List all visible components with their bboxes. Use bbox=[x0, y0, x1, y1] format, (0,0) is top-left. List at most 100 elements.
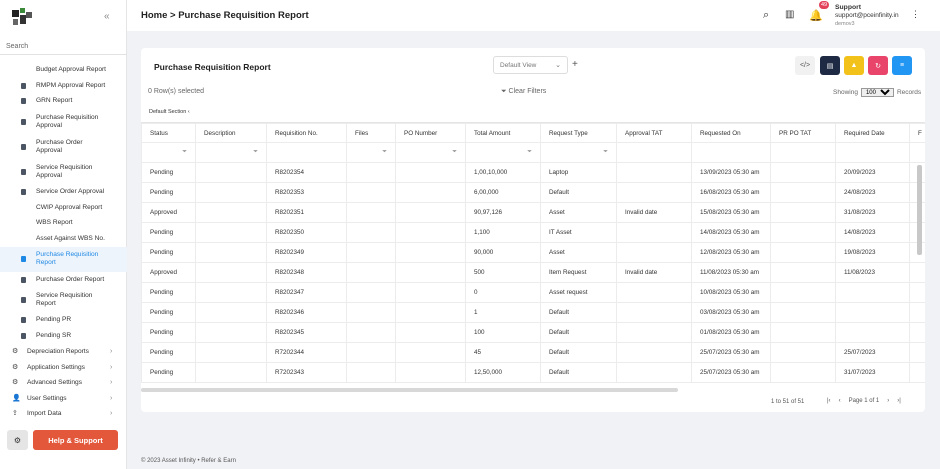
sidebar-item[interactable]: Asset Against WBS No. bbox=[0, 231, 127, 247]
table-row[interactable]: Pending R7202343 12,50,000 Default 25/07/202… bbox=[141, 362, 925, 383]
filter-icon[interactable]: ⏷ bbox=[603, 149, 608, 156]
last-page-icon[interactable]: ›| bbox=[897, 398, 901, 404]
footer-copyright[interactable]: © 2023 Asset Infinity • Refer & Earn bbox=[141, 458, 236, 464]
page-size-select[interactable]: 100 bbox=[860, 88, 894, 97]
filter-icon[interactable]: ⏷ bbox=[527, 149, 532, 156]
filter-icon[interactable]: ⏷ bbox=[253, 149, 258, 156]
section-name: Default Section bbox=[149, 109, 187, 115]
next-page-icon[interactable]: › bbox=[887, 398, 889, 404]
sidebar-item[interactable]: Budget Approval Report bbox=[0, 62, 127, 78]
table-row[interactable]: Pending R8202349 90,000 Asset 12/08/2023 05:… bbox=[141, 242, 925, 263]
sidebar-item-label: Purchase Requisition Report bbox=[36, 251, 99, 267]
sidebar-group-label: Depreciation Reports bbox=[27, 348, 89, 356]
table-cell bbox=[616, 322, 692, 343]
sidebar-item[interactable]: Service Requisition Approval bbox=[0, 159, 127, 184]
table-row[interactable]: Pending R7202344 45 Default 25/07/2023 05:30… bbox=[141, 342, 925, 363]
column-header[interactable]: PR PO TAT bbox=[770, 123, 836, 143]
column-header[interactable]: Status bbox=[141, 123, 196, 143]
table-cell bbox=[395, 222, 466, 243]
table-cell: 1,00,10,000 bbox=[465, 162, 541, 183]
column-header[interactable]: Approval TAT bbox=[616, 123, 692, 143]
horizontal-scrollbar[interactable] bbox=[141, 388, 678, 392]
sidebar-group[interactable]: ⇪ Import Data › bbox=[0, 406, 127, 422]
filter-icon[interactable]: ⏷ bbox=[382, 149, 387, 156]
column-filter[interactable] bbox=[266, 142, 347, 163]
table-row[interactable]: Pending R8202353 6,00,000 Default 16/08/2023… bbox=[141, 182, 925, 203]
table-cell: R8202351 bbox=[266, 202, 347, 223]
sidebar-item[interactable]: RMPM Approval Report bbox=[0, 78, 127, 94]
table-row[interactable]: Pending R8202354 1,00,10,000 Laptop 13/09/20… bbox=[141, 162, 925, 183]
table-row[interactable]: Approved R8202348 500 Item Request Invalid d… bbox=[141, 262, 925, 283]
table-row[interactable]: Pending R8202346 1 Default 03/08/2023 05:30 … bbox=[141, 302, 925, 323]
sidebar-group[interactable]: ⚙ Depreciation Reports › bbox=[0, 344, 127, 360]
column-filter[interactable]: ⏷ bbox=[141, 142, 196, 163]
sidebar-item[interactable]: Purchase Order Approval bbox=[0, 134, 127, 159]
bell-icon[interactable]: 🔔 bbox=[809, 9, 823, 22]
columns-button[interactable]: ≡ bbox=[892, 56, 912, 75]
collapse-sidebar-icon[interactable]: « bbox=[104, 11, 110, 22]
clear-filters-button[interactable]: ⏷ Clear Filters bbox=[501, 88, 546, 96]
pdf-export-button[interactable]: ▤ bbox=[820, 56, 840, 75]
code-button[interactable]: </> bbox=[795, 56, 815, 75]
sidebar-item[interactable]: GRN Report bbox=[0, 93, 127, 109]
filter-icon[interactable]: ⏷ bbox=[182, 149, 187, 156]
support-account[interactable]: Support support@pceinfinity.in demov3 bbox=[835, 4, 899, 28]
column-filter[interactable]: ⏷ bbox=[540, 142, 617, 163]
column-filter[interactable] bbox=[691, 142, 771, 163]
sidebar-item[interactable]: Purchase Order Report bbox=[0, 272, 127, 288]
excel-export-button[interactable]: ▲ bbox=[844, 56, 864, 75]
zoom-search-icon[interactable]: ⌕ bbox=[763, 9, 769, 22]
sidebar-group[interactable]: 👤 User Settings › bbox=[0, 390, 127, 406]
first-page-icon[interactable]: |‹ bbox=[827, 398, 831, 404]
settings-gear-button[interactable]: ⚙ bbox=[7, 430, 28, 450]
column-header[interactable]: Request Type bbox=[540, 123, 617, 143]
table-cell bbox=[346, 322, 396, 343]
sidebar-item[interactable]: Purchase Requisition Approval bbox=[0, 109, 127, 134]
column-header[interactable]: Files bbox=[346, 123, 396, 143]
column-filter[interactable] bbox=[770, 142, 836, 163]
sidebar-group[interactable]: ⚙ Advanced Settings › bbox=[0, 375, 127, 391]
column-header[interactable]: Requested On bbox=[691, 123, 771, 143]
sidebar-item[interactable]: Service Requisition Report bbox=[0, 288, 127, 313]
column-filter[interactable]: ⏷ bbox=[195, 142, 267, 163]
sidebar-item[interactable]: Purchase Requisition Report bbox=[0, 246, 127, 272]
filter-icon[interactable]: ⏷ bbox=[452, 149, 457, 156]
table-cell: Pending bbox=[141, 242, 196, 263]
column-header[interactable]: Total Amount bbox=[465, 123, 541, 143]
table-row[interactable]: Pending R8202345 100 Default 01/08/2023 05:3… bbox=[141, 322, 925, 343]
table-row[interactable]: Pending R8202347 0 Asset request 10/08/2023 … bbox=[141, 282, 925, 303]
column-header[interactable]: Description bbox=[195, 123, 267, 143]
sidebar-item[interactable]: Pending PR bbox=[0, 313, 127, 329]
column-header[interactable]: Required Date bbox=[835, 123, 910, 143]
column-header[interactable]: F bbox=[909, 123, 925, 143]
sidebar-item[interactable]: CWIP Approval Report bbox=[0, 200, 127, 216]
table-cell: Pending bbox=[141, 222, 196, 243]
column-header[interactable]: PO Number bbox=[395, 123, 466, 143]
sidebar-item[interactable]: Pending SR bbox=[0, 328, 127, 344]
barcode-scan-icon[interactable]: ▥ bbox=[785, 9, 794, 20]
section-label[interactable]: Default Section ‹ bbox=[149, 109, 190, 115]
column-filter[interactable] bbox=[835, 142, 910, 163]
refresh-button[interactable]: ↻ bbox=[868, 56, 888, 75]
help-support-button[interactable]: Help & Support bbox=[33, 430, 118, 450]
column-filter[interactable]: ⏷ bbox=[465, 142, 541, 163]
prev-page-icon[interactable]: ‹ bbox=[839, 398, 841, 404]
table-cell: 01/08/2023 05:30 am bbox=[691, 322, 771, 343]
column-header[interactable]: Requisition No. bbox=[266, 123, 347, 143]
column-filter[interactable] bbox=[909, 142, 925, 163]
sidebar-search-input[interactable]: Search bbox=[6, 43, 28, 50]
add-view-icon[interactable]: + bbox=[572, 59, 578, 70]
table-cell: Pending bbox=[141, 282, 196, 303]
table-cell bbox=[770, 262, 836, 283]
sidebar-group[interactable]: ⚙ Application Settings › bbox=[0, 359, 127, 375]
table-row[interactable]: Approved R8202351 90,97,126 Asset Invalid da… bbox=[141, 202, 925, 223]
vertical-scrollbar[interactable] bbox=[917, 165, 922, 255]
table-row[interactable]: Pending R8202350 1,100 IT Asset 14/08/2023 0… bbox=[141, 222, 925, 243]
view-select[interactable]: Default View ⌄ bbox=[493, 56, 568, 74]
column-filter[interactable]: ⏷ bbox=[346, 142, 396, 163]
sidebar-item[interactable]: Service Order Approval bbox=[0, 184, 127, 200]
sidebar-item[interactable]: WBS Report bbox=[0, 215, 127, 231]
column-filter[interactable] bbox=[616, 142, 692, 163]
more-vertical-icon[interactable]: ⋮ bbox=[911, 9, 920, 20]
column-filter[interactable]: ⏷ bbox=[395, 142, 466, 163]
